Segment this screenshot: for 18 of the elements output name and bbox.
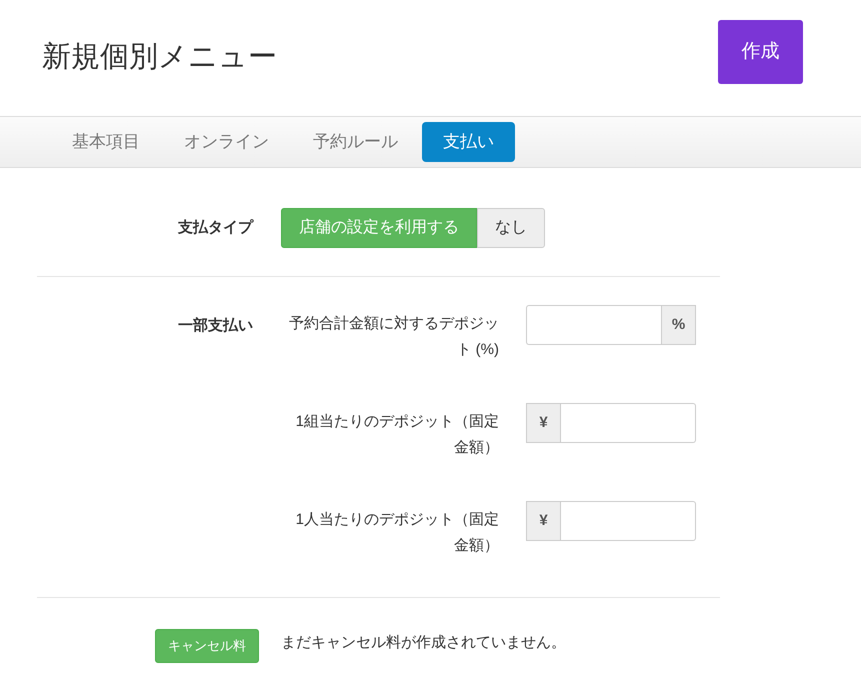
create-button[interactable]: 作成 xyxy=(718,20,803,84)
page-title: 新規個別メニュー xyxy=(42,40,277,76)
tab[interactable]: 支払い xyxy=(422,122,515,162)
input-addon: % xyxy=(661,305,696,345)
toggle-option[interactable]: 店舗の設定を利用する xyxy=(281,208,477,248)
input-addon: ¥ xyxy=(526,403,561,443)
tab[interactable]: 予約ルール xyxy=(293,122,418,162)
field-label: 一部支払い xyxy=(177,316,253,336)
field-label: 1組当たりのデポジット（固定金額） xyxy=(294,412,499,458)
tab[interactable]: 基本項目 xyxy=(52,122,160,162)
toggle-option[interactable]: なし xyxy=(477,208,545,248)
field-label: 支払タイプ xyxy=(177,218,253,238)
field-label: 1人当たりのデポジット（固定金額） xyxy=(294,510,499,556)
tab[interactable]: オンライン xyxy=(164,122,289,162)
input-addon: ¥ xyxy=(526,501,561,541)
cancellation-fee-button[interactable]: キャンセル料 xyxy=(155,629,259,663)
empty-message: まだキャンセル料が作成されていません。 xyxy=(281,632,566,653)
field-label: 予約合計金額に対するデポジット (%) xyxy=(288,314,499,360)
